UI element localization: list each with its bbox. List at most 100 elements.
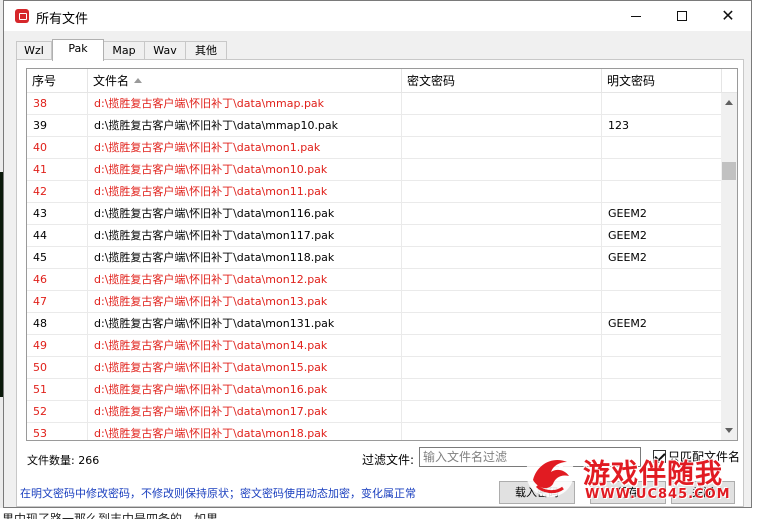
cell-number: 40 [27,137,88,159]
table-row[interactable]: 40 d:\揽胜复古客户端\怀旧补丁\data\mon1.pak [27,137,723,159]
cell-filename: d:\揽胜复古客户端\怀旧补丁\data\mmap10.pak [88,115,402,137]
table-row[interactable]: 49 d:\揽胜复古客户端\怀旧补丁\data\mon14.pak [27,335,723,357]
cell-number: 44 [27,225,88,247]
cell-number: 46 [27,269,88,291]
cell-number: 48 [27,313,88,335]
column-header-no[interactable]: 序号 [27,69,88,93]
checkbox-checked-icon[interactable] [653,450,666,463]
column-header-label: 序号 [32,74,57,88]
save-button[interactable]: 保存 [590,481,666,504]
background-app-text: 果中现了路一那么到丰中是四条的。如果 [0,508,760,519]
cell-cipher-password [402,291,602,313]
tab-pak[interactable]: Pak [52,39,104,61]
cell-plain-password[interactable] [602,357,722,379]
app-icon [15,9,29,23]
column-header-label: 明文密码 [607,74,656,88]
close-icon: ✕ [721,6,735,25]
scroll-up-icon[interactable] [725,100,733,105]
match-filename-checkbox[interactable]: 只匹配文件名 [653,450,740,466]
table-row[interactable]: 42 d:\揽胜复古客户端\怀旧补丁\data\mon11.pak [27,181,723,203]
cell-number: 49 [27,335,88,357]
cell-filename: d:\揽胜复古客户端\怀旧补丁\data\mmap.pak [88,93,402,115]
cell-filename: d:\揽胜复古客户端\怀旧补丁\data\mon13.pak [88,291,402,313]
cell-filename: d:\揽胜复古客户端\怀旧补丁\data\mon14.pak [88,335,402,357]
title-bar[interactable]: 所有文件 ✕ [4,1,751,31]
cell-plain-password[interactable] [602,379,722,401]
cell-number: 53 [27,423,88,440]
table-row[interactable]: 52 d:\揽胜复古客户端\怀旧补丁\data\mon17.pak [27,401,723,423]
cell-plain-password[interactable]: GEEM2 [602,313,722,335]
table-row[interactable]: 45 d:\揽胜复古客户端\怀旧补丁\data\mon118.pak GEEM2 [27,247,723,269]
tab-map[interactable]: Map [103,41,145,60]
cell-plain-password[interactable]: GEEM2 [602,225,722,247]
close-button[interactable]: 关闭 [671,481,735,504]
cell-plain-password[interactable] [602,137,722,159]
column-header-cipher-password[interactable]: 密文密码 [402,69,602,93]
load-password-button[interactable]: 载入密码 [499,481,575,504]
cell-plain-password[interactable] [602,423,722,440]
cell-plain-password[interactable]: 123 [602,115,722,137]
table-row[interactable]: 46 d:\揽胜复古客户端\怀旧补丁\data\mon12.pak [27,269,723,291]
cell-number: 45 [27,247,88,269]
cell-cipher-password [402,247,602,269]
file-table[interactable]: 序号 文件名 密文密码 明文密码 38 d:\揽胜复古客户端\怀旧补丁\data\… [26,68,738,441]
tab-other[interactable]: 其他 [185,41,227,60]
table-row[interactable]: 44 d:\揽胜复古客户端\怀旧补丁\data\mon117.pak GEEM2 [27,225,723,247]
cell-cipher-password [402,115,602,137]
tab-wav[interactable]: Wav [144,41,186,60]
table-row[interactable]: 38 d:\揽胜复古客户端\怀旧补丁\data\mmap.pak [27,93,723,115]
cell-number: 41 [27,159,88,181]
maximize-button[interactable] [659,1,705,31]
table-row[interactable]: 51 d:\揽胜复古客户端\怀旧补丁\data\mon16.pak [27,379,723,401]
cell-plain-password[interactable] [602,181,722,203]
filter-input[interactable] [419,447,641,467]
cell-number: 50 [27,357,88,379]
close-window-button[interactable]: ✕ [705,1,751,31]
cell-plain-password[interactable] [602,335,722,357]
cell-filename: d:\揽胜复古客户端\怀旧补丁\data\mon116.pak [88,203,402,225]
window-title: 所有文件 [36,12,89,27]
cell-filename: d:\揽胜复古客户端\怀旧补丁\data\mon15.pak [88,357,402,379]
scroll-thumb[interactable] [722,162,736,180]
cell-plain-password[interactable] [602,401,722,423]
table-row[interactable]: 39 d:\揽胜复古客户端\怀旧补丁\data\mmap10.pak 123 [27,115,723,137]
cell-filename: d:\揽胜复古客户端\怀旧补丁\data\mon17.pak [88,401,402,423]
vertical-scrollbar[interactable] [721,93,737,440]
cell-plain-password[interactable] [602,159,722,181]
cell-filename: d:\揽胜复古客户端\怀旧补丁\data\mon1.pak [88,137,402,159]
cell-plain-password[interactable] [602,269,722,291]
table-row[interactable]: 41 d:\揽胜复古客户端\怀旧补丁\data\mon10.pak [27,159,723,181]
hint-text: 在明文密码中修改密码，不修改则保持原状；密文密码使用动态加密，变化属正常 [20,487,416,500]
scroll-down-icon[interactable] [725,428,733,433]
column-header-plain-password[interactable]: 明文密码 [602,69,722,93]
column-header-label: 密文密码 [407,74,456,88]
cell-cipher-password [402,379,602,401]
cell-plain-password[interactable] [602,93,722,115]
all-files-dialog: 所有文件 ✕ Wzl Pak Map Wav 其他 序号 文件名 密文密码 明文… [3,0,752,508]
cell-filename: d:\揽胜复古客户端\怀旧补丁\data\mon16.pak [88,379,402,401]
cell-cipher-password [402,181,602,203]
table-header: 序号 文件名 密文密码 明文密码 [27,69,737,93]
cell-plain-password[interactable]: GEEM2 [602,247,722,269]
cell-filename: d:\揽胜复古客户端\怀旧补丁\data\mon18.pak [88,423,402,440]
column-header-filename[interactable]: 文件名 [88,69,402,93]
cell-number: 38 [27,93,88,115]
cell-number: 39 [27,115,88,137]
tab-wzl[interactable]: Wzl [16,41,52,60]
table-row[interactable]: 50 d:\揽胜复古客户端\怀旧补丁\data\mon15.pak [27,357,723,379]
column-header-label: 文件名 [93,74,130,88]
table-row[interactable]: 47 d:\揽胜复古客户端\怀旧补丁\data\mon13.pak [27,291,723,313]
minimize-button[interactable] [613,1,659,31]
table-row[interactable]: 53 d:\揽胜复古客户端\怀旧补丁\data\mon18.pak [27,423,723,440]
file-count: 文件数量: 266 [27,454,100,467]
cell-filename: d:\揽胜复古客户端\怀旧补丁\data\mon118.pak [88,247,402,269]
cell-cipher-password [402,423,602,440]
cell-filename: d:\揽胜复古客户端\怀旧补丁\data\mon131.pak [88,313,402,335]
table-row[interactable]: 43 d:\揽胜复古客户端\怀旧补丁\data\mon116.pak GEEM2 [27,203,723,225]
cell-plain-password[interactable]: GEEM2 [602,203,722,225]
table-row[interactable]: 48 d:\揽胜复古客户端\怀旧补丁\data\mon131.pak GEEM2 [27,313,723,335]
cell-cipher-password [402,93,602,115]
cell-cipher-password [402,137,602,159]
cell-plain-password[interactable] [602,291,722,313]
cell-cipher-password [402,203,602,225]
